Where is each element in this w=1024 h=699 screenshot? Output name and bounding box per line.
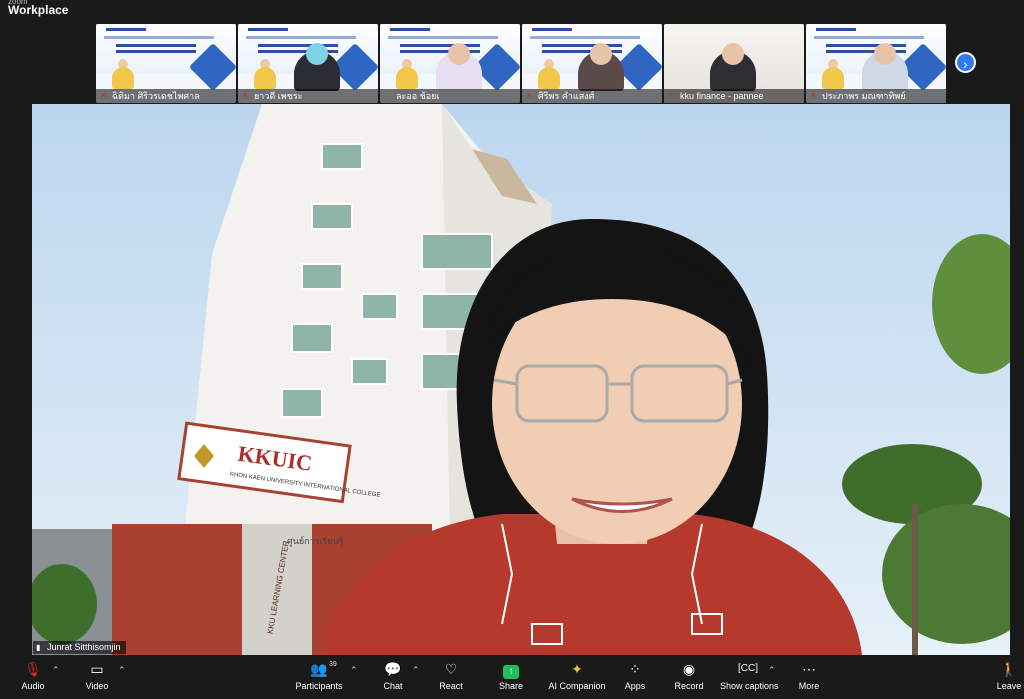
leave-icon: 🚶 <box>1000 661 1018 677</box>
audio-button[interactable]: 🎙 Audio <box>18 659 48 691</box>
record-icon: ◉ <box>682 661 696 677</box>
tree-trunk <box>912 504 918 655</box>
participant-name: ประภาพร มณฑาทิพย์ <box>822 91 906 101</box>
meeting-toolbar: 🎙 Audio ⌃ ▭ Video ⌃ 👥 Participants 39 ⌃ … <box>0 655 1024 699</box>
apps-button[interactable]: ⁘ Apps <box>622 659 648 691</box>
participant-name: ฉิติมา ศิริวรเดชไพศาล <box>112 91 200 101</box>
participant-tile[interactable]: ✕ ประภาพร มณฑาทิพย์ <box>806 24 946 103</box>
audio-options-caret-icon[interactable]: ⌃ <box>52 665 60 676</box>
presenter-figure <box>112 67 134 89</box>
chat-icon: 💬 <box>384 661 402 677</box>
apps-icon: ⁘ <box>629 661 641 677</box>
speaker-name: Junrat Sitthisomjin <box>47 642 121 652</box>
video-camera-icon: ▭ <box>90 661 104 677</box>
participant-name-bar: ✕ ฉิติมา ศิริวรเดชไพศาล <box>96 89 236 103</box>
participant-name-bar: ✕ ประภาพร มณฑาทิพย์ <box>806 89 946 103</box>
presenter-figure <box>254 67 276 89</box>
leave-button[interactable]: 🚶 Leave <box>996 659 1022 691</box>
more-button[interactable]: ⋯ More <box>796 659 822 691</box>
chevron-right-icon: › <box>963 56 968 72</box>
participant-name: ละออ ช้อยเ <box>396 91 440 101</box>
speaker-name-label: ▮ Junrat Sitthisomjin <box>33 641 126 654</box>
presenter-figure <box>822 67 844 89</box>
participant-tile[interactable]: ละออ ช้อยเ <box>380 24 520 103</box>
participant-tile[interactable]: ✕ kku finance - pannee <box>664 24 804 103</box>
participant-name: kku finance - pannee <box>680 91 764 101</box>
participant-tile[interactable]: ✕ ยาวดี เพชระ <box>238 24 378 103</box>
captions-options-caret-icon[interactable]: ⌃ <box>768 665 776 676</box>
video-options-caret-icon[interactable]: ⌃ <box>118 665 126 676</box>
participants-options-caret-icon[interactable]: ⌃ <box>350 665 358 676</box>
participant-name-bar: ละออ ช้อยเ <box>380 89 520 103</box>
share-screen-icon: ↑ <box>498 659 524 679</box>
presenter-figure <box>538 67 560 89</box>
participant-name-bar: ✕ kku finance - pannee <box>664 89 804 103</box>
participant-tile[interactable]: ✕ ฉิติมา ศิริวรเดชไพศาล <box>96 24 236 103</box>
mic-off-icon: ✕ <box>668 91 675 100</box>
video-button[interactable]: ▭ Video <box>80 659 114 691</box>
mic-off-icon: ✕ <box>526 91 533 100</box>
mic-muted-icon: 🎙 <box>24 661 42 677</box>
chat-options-caret-icon[interactable]: ⌃ <box>412 665 420 676</box>
heart-icon: ♡ <box>444 661 458 677</box>
active-speaker-video: KKUIC KHON KAEN UNIVERSITY INTERNATIONAL… <box>32 104 1010 655</box>
participant-tile[interactable]: ✕ ศิริพร คำแสงศ์ <box>522 24 662 103</box>
gallery-next-button[interactable]: › <box>955 52 976 73</box>
mic-off-icon: ✕ <box>100 91 107 100</box>
mic-off-icon: ✕ <box>810 91 817 100</box>
participant-name-bar: ✕ ยาวดี เพชระ <box>238 89 378 103</box>
participants-count: 39 <box>329 661 337 668</box>
share-button[interactable]: ↑ Share <box>498 659 524 691</box>
app-title: Workplace <box>8 3 69 17</box>
participant-gallery: ✕ ฉิติมา ศิริวรเดชไพศาล ✕ ยาวดี เพชระ ละ… <box>96 24 946 103</box>
participant-name: ศิริพร คำแสงศ์ <box>538 91 595 101</box>
more-icon: ⋯ <box>802 661 816 677</box>
ai-companion-button[interactable]: ✦ AI Companion <box>548 659 606 691</box>
participant-name: ยาวดี เพชระ <box>254 91 303 101</box>
title-bar: zoom Workplace <box>0 0 1024 20</box>
presenter-figure <box>396 67 418 89</box>
thai-sign: ศูนย์การเรียนรู้ <box>287 535 344 547</box>
record-button[interactable]: ◉ Record <box>674 659 704 691</box>
chat-button[interactable]: 💬 Chat <box>380 659 406 691</box>
participant-name-bar: ✕ ศิริพร คำแสงศ์ <box>522 89 662 103</box>
signal-strength-icon: ▮ <box>36 643 41 652</box>
react-button[interactable]: ♡ React <box>438 659 464 691</box>
sparkle-icon: ✦ <box>571 661 583 677</box>
mic-off-icon: ✕ <box>242 91 249 100</box>
speaker-video-frame: KKUIC KHON KAEN UNIVERSITY INTERNATIONAL… <box>32 104 1010 655</box>
